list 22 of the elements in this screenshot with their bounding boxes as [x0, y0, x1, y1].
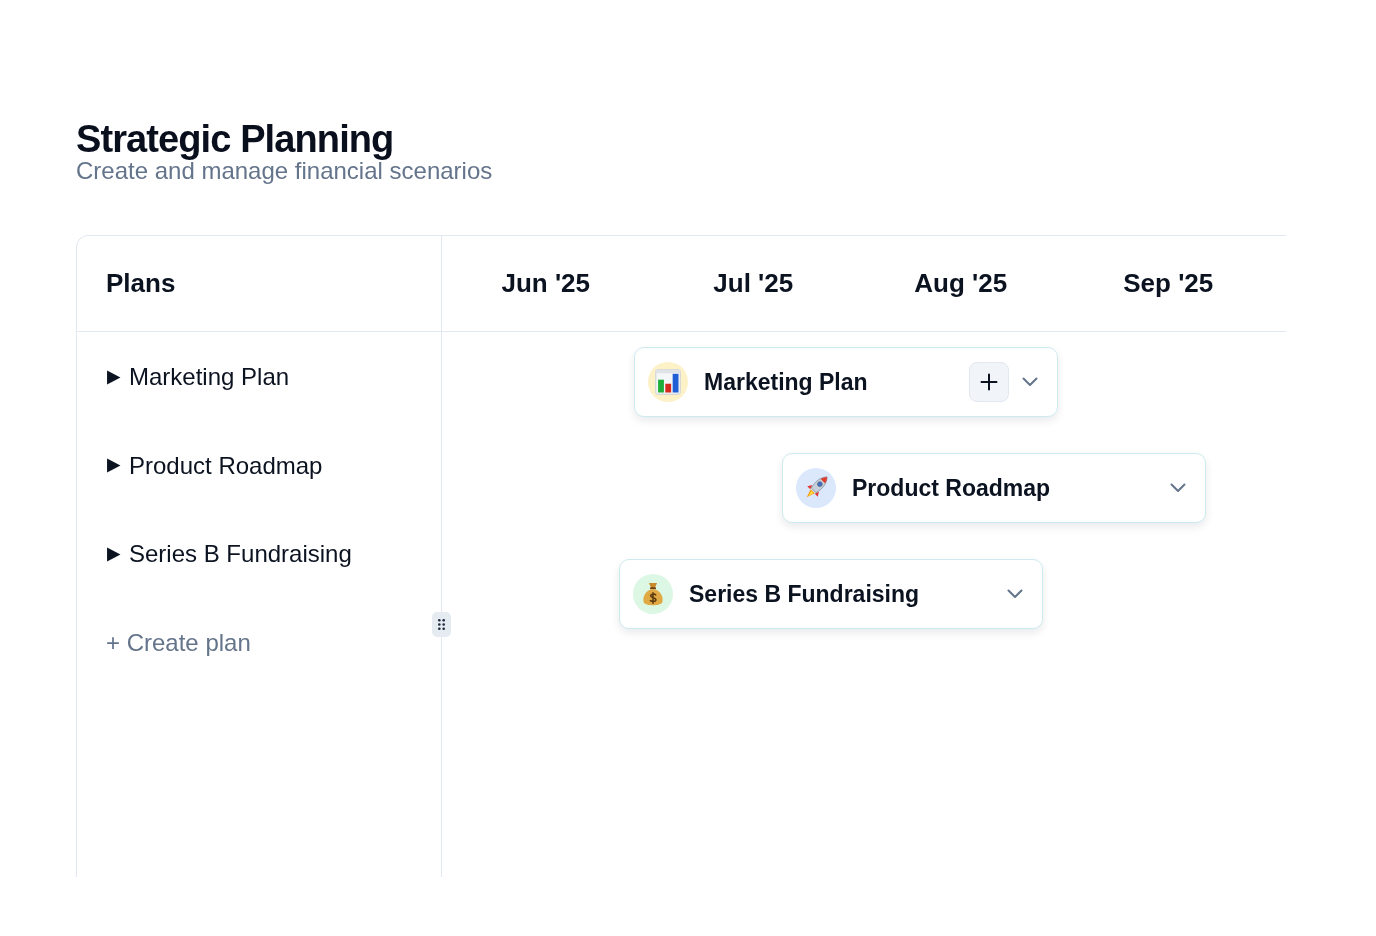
plus-icon	[980, 373, 998, 391]
plan-list-item[interactable]: Series B Fundraising	[106, 538, 352, 570]
column-heading: Plans	[106, 268, 176, 299]
page-title: Strategic Planning	[76, 117, 394, 162]
create-plan-link[interactable]: + Create plan	[106, 626, 251, 659]
month-label: Jul '25	[713, 268, 794, 299]
drag-handle-icon[interactable]	[432, 612, 451, 637]
plan-bar-title: Product Roadmap	[852, 474, 1052, 502]
chevron-down-icon[interactable]	[1022, 377, 1038, 387]
plan-bar[interactable]: Product Roadmap	[782, 453, 1206, 523]
chevron-down-icon[interactable]	[1007, 589, 1023, 599]
month-label: Jun '25	[501, 268, 591, 299]
month-label: Sep '25	[1123, 268, 1214, 299]
plan-bar[interactable]: Marketing Plan	[634, 347, 1058, 417]
month-label: Aug '25	[914, 268, 1008, 299]
chevron-down-icon[interactable]	[1170, 483, 1186, 493]
add-button[interactable]	[969, 362, 1009, 402]
plan-list-item[interactable]: Marketing Plan	[106, 361, 290, 393]
plan-list-item[interactable]: Product Roadmap	[106, 449, 323, 482]
plan-bar-title: Series B Fundraising	[689, 580, 921, 608]
plan-bar-title: Marketing Plan	[704, 368, 869, 396]
plan-bar[interactable]: Series B Fundraising	[619, 559, 1043, 629]
